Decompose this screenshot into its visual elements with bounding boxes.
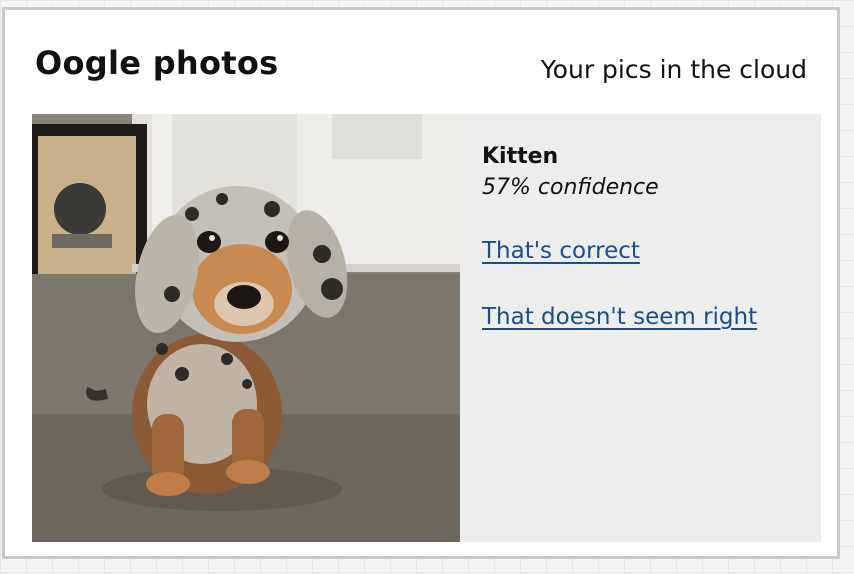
app-tagline: Your pics in the cloud: [540, 55, 807, 84]
confidence-text: 57% confidence: [482, 175, 659, 200]
confirm-correct-link[interactable]: That's correct: [482, 238, 640, 264]
app-title: Oogle photos: [35, 44, 279, 82]
photo-content: Kitten 57% confidence That's correct Tha…: [32, 114, 821, 542]
puppy-photo: [32, 114, 460, 542]
app-header: Oogle photos Your pics in the cloud: [35, 42, 807, 92]
prediction-panel: Kitten 57% confidence That's correct Tha…: [460, 114, 821, 542]
photo-card: Oogle photos Your pics in the cloud Kitt…: [2, 7, 840, 559]
prediction-label: Kitten: [482, 144, 559, 169]
puppy-illustration: [32, 114, 460, 542]
report-incorrect-link[interactable]: That doesn't seem right: [482, 304, 757, 330]
